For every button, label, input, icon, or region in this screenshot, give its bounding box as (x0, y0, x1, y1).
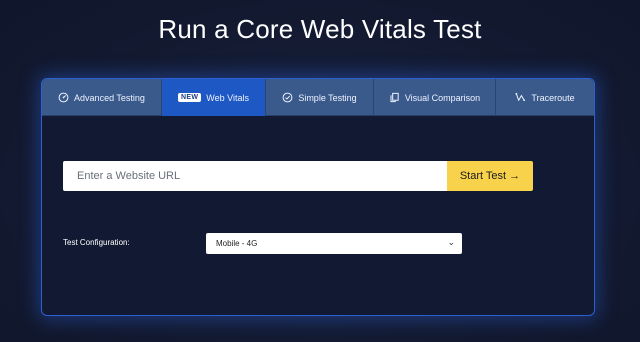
new-badge: NEW (178, 93, 202, 102)
test-panel: Advanced Testing NEW Web Vitals Simple T… (41, 78, 595, 316)
chevron-down-icon: ⌄ (447, 237, 455, 247)
page: Run a Core Web Vitals Test Advanced Test… (0, 0, 640, 342)
tab-label: Advanced Testing (74, 92, 145, 103)
tab-traceroute[interactable]: Traceroute (496, 79, 594, 116)
tab-label: Simple Testing (298, 92, 357, 103)
selected-configuration: Mobile - 4G (216, 239, 258, 248)
check-circle-icon (282, 92, 293, 103)
tab-label: Web Vitals (206, 92, 249, 103)
tab-simple-testing[interactable]: Simple Testing (266, 79, 374, 116)
tab-visual-comparison[interactable]: Visual Comparison (374, 79, 496, 116)
tab-advanced-testing[interactable]: Advanced Testing (42, 79, 162, 116)
gauge-icon (58, 92, 69, 103)
page-title: Run a Core Web Vitals Test (158, 14, 482, 44)
traceroute-icon (515, 92, 526, 103)
copy-icon (389, 92, 400, 103)
test-configuration-select[interactable]: Mobile - 4G ⌄ (206, 233, 462, 254)
url-input[interactable] (63, 161, 447, 191)
test-configuration-label: Test Configuration: (63, 238, 130, 247)
tab-web-vitals[interactable]: NEW Web Vitals (162, 79, 266, 116)
test-configuration-row: Test Configuration: Mobile - 4G ⌄ (63, 233, 463, 255)
url-form: Start Test → (63, 161, 533, 191)
tab-label: Visual Comparison (404, 92, 481, 103)
start-test-button[interactable]: Start Test → (447, 161, 533, 191)
test-type-tabs: Advanced Testing NEW Web Vitals Simple T… (42, 79, 594, 116)
tab-label: Traceroute (531, 92, 575, 103)
